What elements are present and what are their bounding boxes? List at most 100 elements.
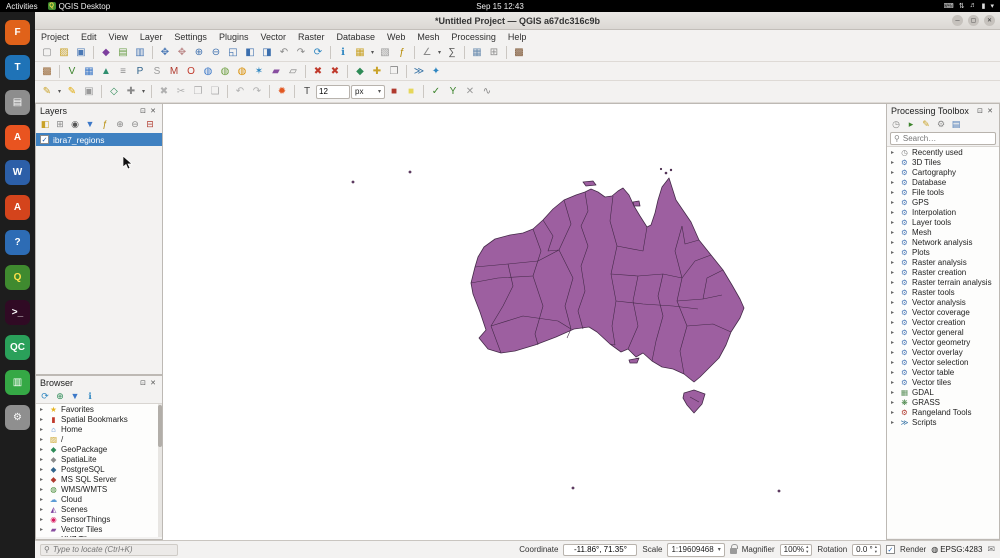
spinner-arrows-icon[interactable]: ▴▾ [806, 545, 808, 554]
dock-monitor-icon[interactable]: ▥ [5, 370, 30, 395]
toolbox-group[interactable]: ▸ ⚙ Mesh [887, 227, 999, 237]
messages-icon[interactable]: ✉ [987, 544, 995, 555]
new-shapefile-icon[interactable]: ✚ [369, 63, 385, 79]
add-vector-tile-layer-icon[interactable]: ▰ [268, 63, 284, 79]
render-checkbox[interactable]: ✓ [886, 545, 895, 554]
os-clock[interactable]: Sep 15 12:43 [0, 2, 1000, 11]
coordinate-input[interactable] [567, 545, 633, 554]
menu-item[interactable]: Help [502, 32, 533, 42]
expander-icon[interactable]: ▸ [891, 269, 897, 276]
dock-libreoffice-icon[interactable]: W [5, 160, 30, 185]
toolbox-group[interactable]: ▸ ⚙ 3D Tiles [887, 157, 999, 167]
toolbox-group[interactable]: ▸ ⚙ Vector overlay [887, 347, 999, 357]
map-canvas[interactable] [163, 103, 886, 540]
stream-digitizing-icon[interactable]: ∿ [479, 84, 495, 100]
expander-icon[interactable]: ▸ [891, 199, 897, 206]
zoom-next-icon[interactable]: ↷ [293, 45, 309, 61]
toolbox-group[interactable]: ▸ ⚙ Raster tools [887, 287, 999, 297]
vertex-tool-icon[interactable]: ✚ [123, 84, 139, 100]
browser-item[interactable]: ▸ ◉ SensorThings [36, 514, 162, 524]
expander-icon[interactable]: ▸ [891, 419, 897, 426]
toolbox-group[interactable]: ▸ ⚙ Raster analysis [887, 257, 999, 267]
text-color-icon[interactable]: ■ [386, 84, 402, 100]
dock-thunderbird-icon[interactable]: T [5, 55, 30, 80]
expander-icon[interactable]: ▸ [891, 329, 897, 336]
save-project-icon[interactable]: ▣ [73, 45, 89, 61]
toolbox-group[interactable]: ▸ ⚙ Vector table [887, 367, 999, 377]
browser-item[interactable]: ▸ ◍ WMS/WMTS [36, 484, 162, 494]
remove-layer-icon[interactable]: ✖ [310, 63, 326, 79]
toolbox-group[interactable]: ▸ ❋ GRASS [887, 397, 999, 407]
toolbox-group[interactable]: ▸ ⚙ Vector creation [887, 317, 999, 327]
attribute-table-icon[interactable]: ▦ [469, 45, 485, 61]
select-caret-icon[interactable]: ▾ [369, 45, 376, 61]
expander-icon[interactable]: ▸ [891, 289, 897, 296]
statistics-icon[interactable]: ∑ [444, 45, 460, 61]
remove-group-icon[interactable]: ✖ [327, 63, 343, 79]
menu-item[interactable]: Web [381, 32, 411, 42]
browser-item[interactable]: ▸ ⌂ Home [36, 424, 162, 434]
expander-icon[interactable]: ▸ [891, 209, 897, 216]
expander-icon[interactable]: ▸ [40, 426, 46, 433]
spinner-arrows-icon[interactable]: ▴▾ [875, 545, 877, 554]
processing-options-icon[interactable]: ⚙ [935, 118, 947, 130]
panel-float-icon[interactable]: ⊡ [138, 379, 148, 387]
field-calculator-icon[interactable]: ⊞ [486, 45, 502, 61]
rotation-spinbox[interactable]: 0.0 ° ▴▾ [852, 544, 881, 556]
browser-item[interactable]: ▸ ◆ GeoPackage [36, 444, 162, 454]
expand-all-icon[interactable]: ⊕ [114, 118, 126, 130]
toolbar-separator[interactable] [330, 46, 331, 59]
crs-button[interactable]: ◍ EPSG:4283 [931, 545, 982, 554]
expander-icon[interactable]: ▸ [891, 179, 897, 186]
toolbar-separator[interactable] [294, 85, 295, 98]
measure-caret-icon[interactable]: ▾ [436, 45, 443, 61]
browser-properties-icon[interactable]: ℹ [84, 390, 96, 402]
dock-terminal-icon[interactable]: >_ [5, 300, 30, 325]
toggle-editing-icon[interactable]: ✎ [64, 84, 80, 100]
select-by-expression-icon[interactable]: ƒ [394, 45, 410, 61]
add-wcs-layer-icon[interactable]: ◍ [217, 63, 233, 79]
add-wfs-layer-icon[interactable]: ◍ [234, 63, 250, 79]
processing-history-icon[interactable]: ◷ [890, 118, 902, 130]
expander-icon[interactable]: ▸ [891, 339, 897, 346]
add-vector-layer-icon[interactable]: V [64, 63, 80, 79]
expander-icon[interactable]: ▸ [40, 446, 46, 453]
lock-scale-icon[interactable] [730, 548, 737, 554]
processing-search-input[interactable] [903, 134, 983, 143]
menu-item[interactable]: Vector [254, 32, 292, 42]
expander-icon[interactable]: ▸ [891, 389, 897, 396]
cut-features-icon[interactable]: ✂ [173, 84, 189, 100]
processing-search[interactable]: ⚲ [890, 132, 996, 145]
add-group-icon[interactable]: ⊞ [54, 118, 66, 130]
expander-icon[interactable]: ▸ [891, 379, 897, 386]
toolbox-group[interactable]: ▸ ⚙ Vector selection [887, 357, 999, 367]
browser-item[interactable]: ▸ ◭ Scenes [36, 504, 162, 514]
expander-icon[interactable]: ▸ [891, 229, 897, 236]
panel-float-icon[interactable]: ⊡ [138, 107, 148, 115]
measure-icon[interactable]: ∠ [419, 45, 435, 61]
new-geopackage-icon[interactable]: ◆ [352, 63, 368, 79]
scale-combo[interactable]: 1:19609468 ▾ [667, 543, 724, 557]
add-delimited-text-icon[interactable]: ≡ [115, 63, 131, 79]
menu-item[interactable]: Raster [292, 32, 331, 42]
add-wms-layer-icon[interactable]: ◍ [200, 63, 216, 79]
browser-item[interactable]: ▸ ▰ Vector Tiles [36, 524, 162, 534]
dock-qgis-code-icon[interactable]: QC [5, 335, 30, 360]
browser-item[interactable]: ▸ ★ Favorites [36, 404, 162, 414]
save-edits-icon[interactable]: ▣ [81, 84, 97, 100]
open-project-icon[interactable]: ▨ [56, 45, 72, 61]
menu-item[interactable]: Mesh [411, 32, 445, 42]
toolbar-separator[interactable] [406, 65, 407, 78]
add-xyz-layer-icon[interactable]: ▱ [285, 63, 301, 79]
pan-map-icon[interactable]: ✥ [157, 45, 173, 61]
dock-help-icon[interactable]: ? [5, 230, 30, 255]
undo-icon[interactable]: ↶ [232, 84, 248, 100]
browser-refresh-icon[interactable]: ⟳ [39, 390, 51, 402]
delete-selected-icon[interactable]: ✖ [156, 84, 172, 100]
coordinate-box[interactable] [563, 544, 637, 556]
add-oracle-layer-icon[interactable]: O [183, 63, 199, 79]
browser-item[interactable]: ▸ ▮ Spatial Bookmarks [36, 414, 162, 424]
new-project-icon[interactable]: ▢ [39, 45, 55, 61]
expander-icon[interactable]: ▸ [891, 189, 897, 196]
menu-item[interactable]: Database [331, 32, 382, 42]
